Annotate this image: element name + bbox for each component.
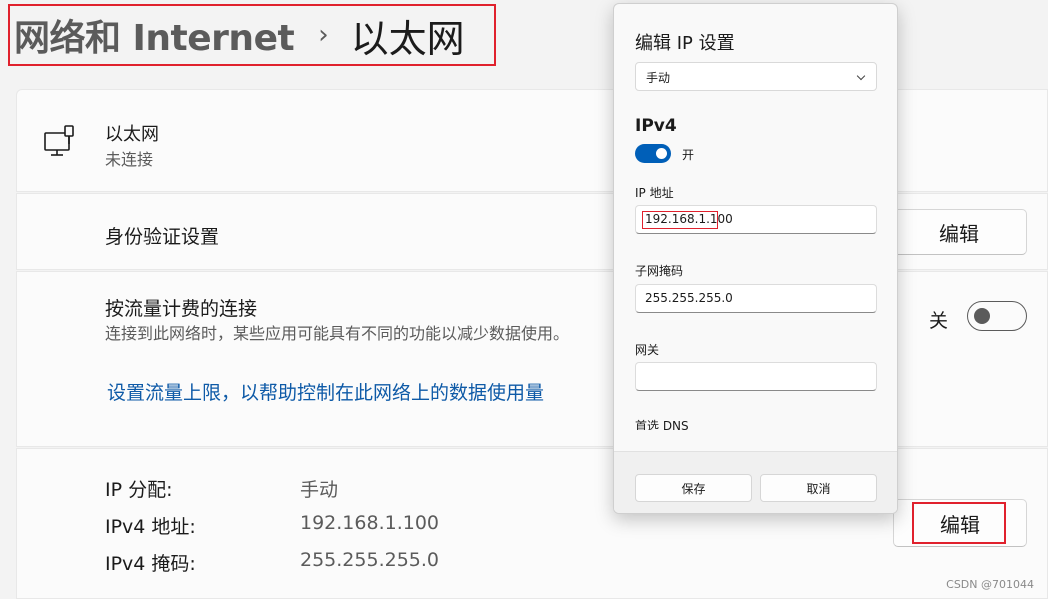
- ip-address-label: IP 地址: [635, 186, 674, 200]
- ip-mode-value: 手动: [646, 71, 671, 85]
- ip-address-input[interactable]: 192.168.1.100: [635, 205, 877, 234]
- ipv4-mask-label: IPv4 掩码:: [105, 553, 196, 575]
- ipv4-toggle[interactable]: [635, 144, 671, 163]
- ip-assignment-value: 手动: [300, 479, 339, 501]
- auth-settings-label: 身份验证设置: [105, 226, 220, 248]
- gateway-input[interactable]: [635, 362, 877, 391]
- gateway-label: 网关: [635, 343, 660, 357]
- ethernet-title: 以太网: [105, 124, 159, 145]
- preferred-dns-label: 首选 DNS: [635, 419, 689, 430]
- ip-edit-button[interactable]: 编辑: [893, 499, 1027, 547]
- ipv4-toggle-label: 开: [682, 148, 695, 162]
- ipv4-address-label: IPv4 地址:: [105, 516, 196, 538]
- metered-toggle[interactable]: [967, 301, 1027, 331]
- subnet-mask-input[interactable]: 255.255.255.0: [635, 284, 877, 313]
- metered-toggle-label: 关: [929, 310, 949, 332]
- page-title: 以太网: [350, 16, 465, 61]
- ipv4-mask-value: 255.255.255.0: [300, 549, 440, 571]
- subnet-mask-label: 子网掩码: [635, 264, 684, 278]
- ethernet-computer-icon: [44, 125, 74, 156]
- chevron-right-icon: ›: [318, 20, 329, 50]
- breadcrumb-parent-link[interactable]: 网络和 Internet: [14, 9, 295, 61]
- subnet-mask-value: 255.255.255.0: [645, 291, 733, 305]
- highlight-box: [642, 211, 718, 229]
- dialog-footer: 保存 取消: [614, 451, 897, 513]
- highlight-box: [912, 502, 1006, 544]
- chevron-down-icon: [856, 71, 866, 81]
- toggle-knob: [656, 148, 667, 159]
- ipv4-address-value: 192.168.1.100: [300, 512, 440, 534]
- metered-description: 连接到此网络时，某些应用可能具有不同的功能以减少数据使用。: [105, 324, 570, 343]
- edit-ip-dialog: 编辑 IP 设置 手动 IPv4 开 IP 地址 192.168.1.100 子…: [613, 3, 898, 514]
- breadcrumb: 网络和 Internet › 以太网: [8, 4, 496, 66]
- auth-edit-button[interactable]: 编辑: [891, 209, 1027, 255]
- ipv4-section-title: IPv4: [635, 116, 677, 136]
- metered-title: 按流量计费的连接: [105, 298, 258, 320]
- connection-status: 未连接: [105, 150, 154, 169]
- ip-assignment-label: IP 分配:: [105, 479, 173, 501]
- toggle-knob: [974, 308, 990, 324]
- save-button[interactable]: 保存: [635, 474, 752, 502]
- cancel-button[interactable]: 取消: [760, 474, 877, 502]
- data-limit-link[interactable]: 设置流量上限，以帮助控制在此网络上的数据使用量: [107, 378, 544, 405]
- watermark: CSDN @701044: [946, 578, 1034, 591]
- ip-mode-dropdown[interactable]: 手动: [635, 62, 877, 91]
- dialog-title: 编辑 IP 设置: [635, 33, 735, 54]
